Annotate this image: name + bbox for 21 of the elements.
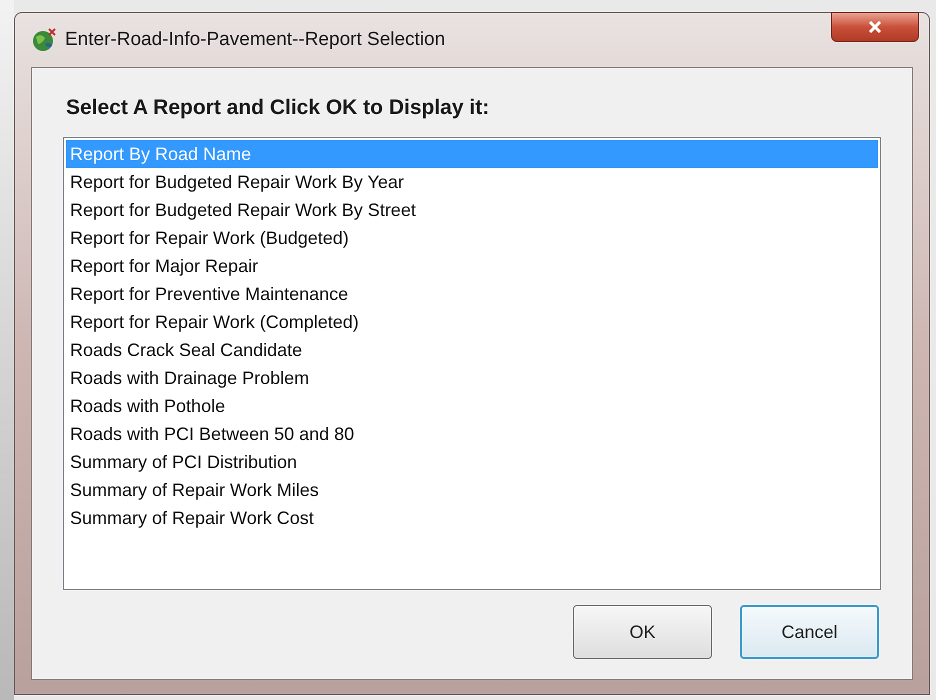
globe-icon [31, 26, 57, 53]
dialog-button[interactable]: Cancel [740, 605, 879, 659]
instruction-heading: Select A Report and Click OK to Display it: [66, 94, 490, 120]
report-item[interactable]: Summary of PCI Distribution [66, 448, 878, 476]
report-item[interactable]: Report for Repair Work (Completed) [66, 308, 878, 336]
window-title: Enter-Road-Info-Pavement--Report Selection [65, 28, 446, 52]
report-item[interactable]: Roads with Pothole [66, 392, 878, 420]
dialog-button[interactable]: OK [573, 605, 712, 659]
report-item[interactable]: Report for Repair Work (Budgeted) [66, 224, 878, 252]
report-item[interactable]: Report for Preventive Maintenance [66, 280, 878, 308]
report-item[interactable]: Roads Crack Seal Candidate [66, 336, 878, 364]
report-listbox[interactable] [63, 137, 881, 590]
report-item[interactable]: Roads with Drainage Problem [66, 364, 878, 392]
report-item[interactable]: Report for Major Repair [66, 252, 878, 280]
report-item[interactable]: Roads with PCI Between 50 and 80 [66, 420, 878, 448]
close-icon [868, 21, 882, 33]
report-item[interactable]: Report for Budgeted Repair Work By Street [66, 196, 878, 224]
report-item[interactable]: Report for Budgeted Repair Work By Year [66, 168, 878, 196]
report-item[interactable]: Summary of Repair Work Cost [66, 504, 878, 532]
report-item[interactable]: Summary of Repair Work Miles [66, 476, 878, 504]
close-button[interactable] [831, 12, 919, 42]
